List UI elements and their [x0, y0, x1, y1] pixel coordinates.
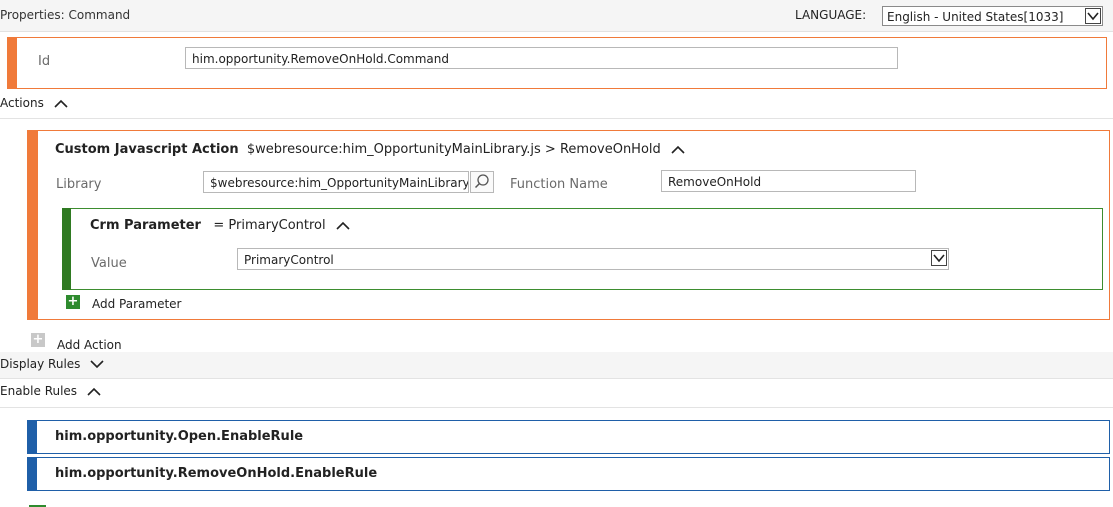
library-input[interactable]: $webresource:him_OpportunityMainLibrary.…: [203, 171, 469, 193]
chevron-up-icon[interactable]: [87, 387, 101, 396]
enable-rules-header[interactable]: Enable Rules: [0, 384, 101, 398]
chevron-down-icon[interactable]: [90, 360, 104, 369]
language-value: English - United States[1033]: [887, 10, 1064, 24]
language-label: LANGUAGE:: [795, 8, 867, 22]
actions-section-header[interactable]: Actions: [0, 96, 68, 110]
parameter-accent-bar: [62, 208, 71, 290]
enable-rules-divider: [0, 407, 1113, 408]
rule-accent-bar: [27, 457, 37, 491]
dropdown-arrow-icon[interactable]: [931, 250, 947, 266]
add-parameter-button[interactable]: Add Parameter: [92, 297, 181, 311]
function-name-input[interactable]: RemoveOnHold: [661, 170, 916, 192]
id-value: him.opportunity.RemoveOnHold.Command: [192, 52, 450, 66]
display-rules-title: Display Rules: [0, 357, 81, 371]
action-summary: $webresource:him_OpportunityMainLibrary.…: [246, 142, 661, 157]
library-value: $webresource:him_OpportunityMainLibrary.…: [210, 176, 469, 190]
function-name-value: RemoveOnHold: [668, 175, 762, 189]
enable-rule-name[interactable]: him.opportunity.RemoveOnHold.EnableRule: [55, 466, 377, 481]
id-accent-bar: [7, 37, 17, 89]
id-input[interactable]: him.opportunity.RemoveOnHold.Command: [185, 47, 898, 69]
parameter-type: Crm Parameter: [90, 218, 201, 233]
chevron-up-icon[interactable]: [671, 145, 685, 154]
actions-divider: [0, 118, 1113, 119]
chevron-up-icon[interactable]: [336, 221, 350, 230]
action-accent-bar: [27, 130, 38, 320]
enable-rule-name[interactable]: him.opportunity.Open.EnableRule: [55, 429, 303, 444]
display-rules-band: [0, 352, 1113, 378]
display-rules-divider: [0, 378, 1113, 379]
add-action-button[interactable]: Add Action: [57, 338, 122, 352]
display-rules-header[interactable]: Display Rules: [0, 357, 104, 371]
function-name-label: Function Name: [510, 177, 608, 192]
id-label: Id: [38, 54, 51, 69]
chevron-up-icon[interactable]: [54, 99, 68, 108]
language-select[interactable]: English - United States[1033]: [882, 6, 1103, 26]
actions-section-title: Actions: [0, 96, 44, 110]
action-type: Custom Javascript Action: [55, 142, 239, 157]
enable-rules-title: Enable Rules: [0, 384, 78, 398]
dropdown-arrow-icon[interactable]: [1085, 8, 1101, 24]
plus-icon[interactable]: +: [66, 295, 80, 309]
library-label: Library: [56, 177, 102, 192]
parameter-value-select[interactable]: PrimaryControl: [237, 248, 949, 270]
parameter-value: PrimaryControl: [244, 253, 334, 267]
rule-accent-bar: [27, 420, 37, 454]
parameter-header[interactable]: Crm Parameter = PrimaryControl: [90, 218, 350, 233]
action-header[interactable]: Custom Javascript Action $webresource:hi…: [55, 142, 685, 157]
parameter-value-label: Value: [91, 256, 127, 271]
library-lookup-button[interactable]: [470, 171, 494, 193]
plus-icon[interactable]: +: [31, 333, 45, 347]
page-title: Properties: Command: [0, 8, 131, 22]
parameter-summary: = PrimaryControl: [213, 218, 326, 233]
search-icon: [474, 174, 489, 189]
